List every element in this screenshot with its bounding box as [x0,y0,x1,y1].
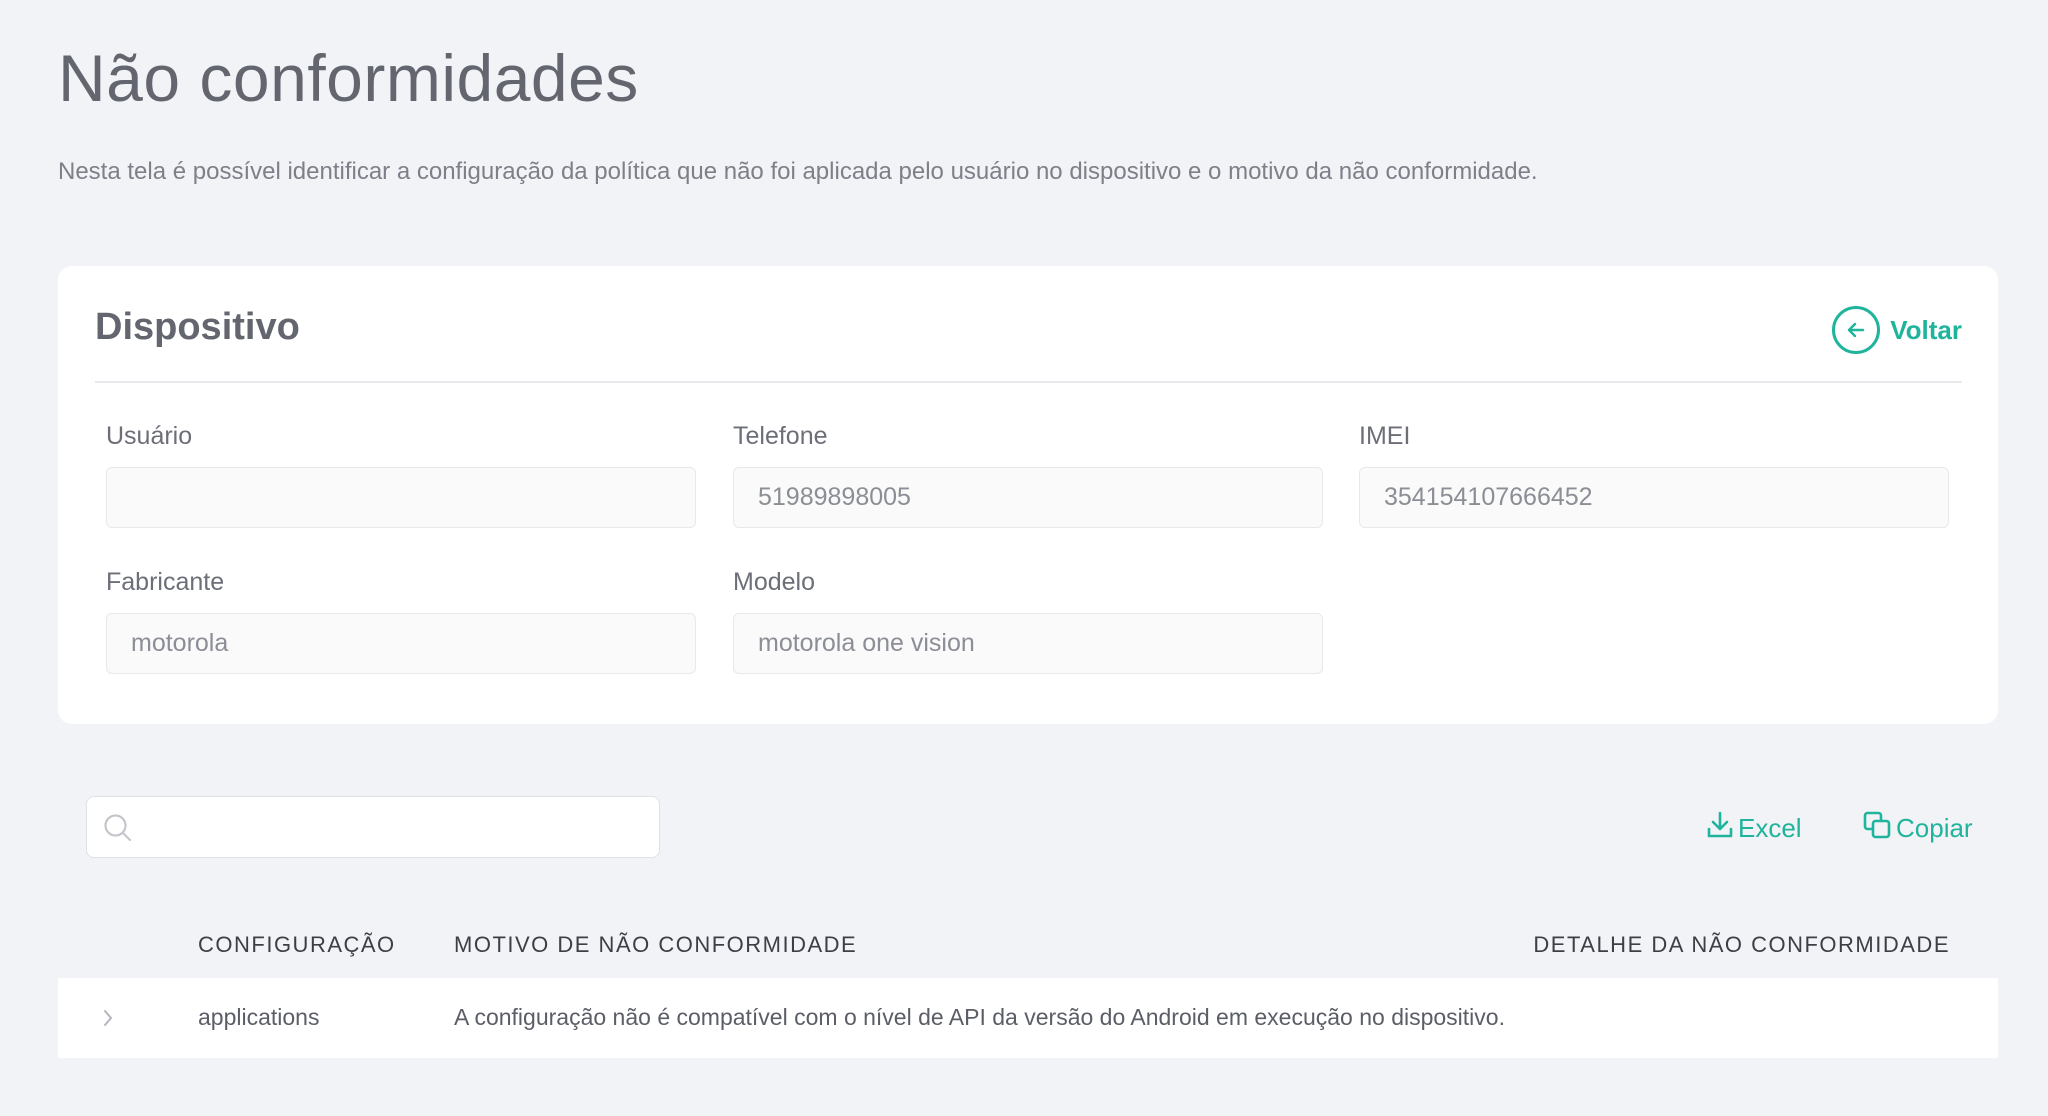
cell-motivo: A configuração não é compatível com o ní… [454,1004,1505,1030]
column-header-configuracao: CONFIGURAÇÃO [198,932,396,957]
table-row[interactable]: applications A configuração não é compat… [58,978,1998,1058]
back-button-label: Voltar [1890,314,1962,345]
excel-button-label: Excel [1738,812,1802,843]
search-input[interactable] [147,805,647,849]
device-card-title: Dispositivo [95,306,300,348]
copy-button-label: Copiar [1896,812,1973,843]
telefone-field[interactable] [733,467,1323,528]
chevron-right-icon[interactable] [102,1008,114,1033]
usuario-label: Usuário [106,422,193,450]
copy-icon [1862,810,1892,847]
telefone-label: Telefone [733,422,828,450]
card-divider [95,381,1962,383]
device-card: Dispositivo Voltar Usuário Telefone IMEI… [58,266,1998,724]
fabricante-label: Fabricante [106,568,225,596]
copy-button[interactable]: Copiar [1862,810,1973,846]
search-box [86,796,660,858]
page-title: Não conformidades [58,41,639,115]
fabricante-field[interactable] [106,613,696,674]
modelo-label: Modelo [733,568,815,596]
imei-field[interactable] [1359,467,1949,528]
arrow-left-icon [1832,306,1881,354]
download-icon [1706,810,1734,847]
excel-button[interactable]: Excel [1706,810,1802,846]
column-header-motivo: MOTIVO DE NÃO CONFORMIDADE [454,932,858,957]
back-button[interactable]: Voltar [1832,306,1962,354]
cell-configuracao: applications [198,1004,320,1030]
imei-label: IMEI [1359,422,1411,450]
page-description: Nesta tela é possível identificar a conf… [58,158,1538,185]
usuario-field[interactable] [106,467,696,528]
column-header-detalhe: DETALHE DA NÃO CONFORMIDADE [1533,932,1950,957]
search-icon [103,813,133,848]
modelo-field[interactable] [733,613,1323,674]
